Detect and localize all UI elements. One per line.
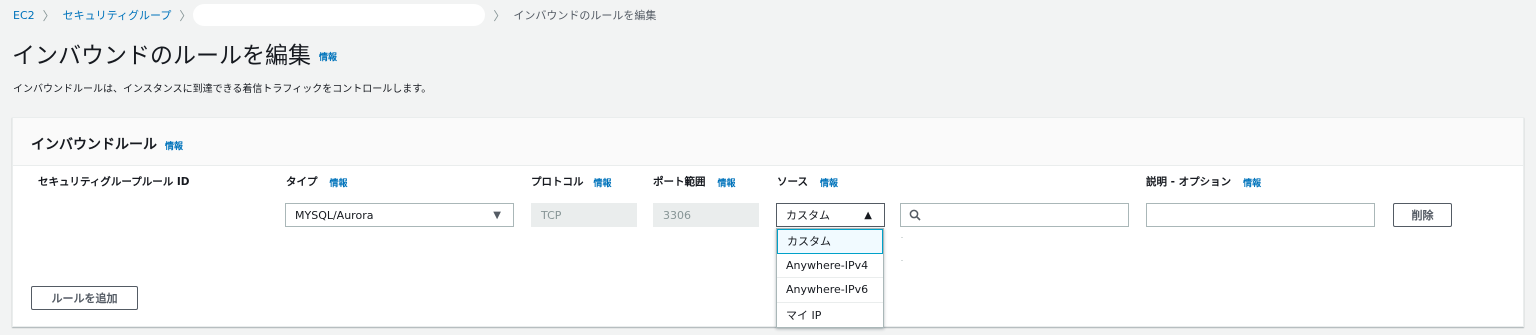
port-range-field: 3306 <box>653 203 759 227</box>
breadcrumb: EC2 〉 セキュリティグループ 〉 〉 インバウンドのルールを編集 <box>13 4 656 26</box>
page-info-link[interactable]: 情報 <box>319 53 337 63</box>
type-select[interactable]: MYSQL/Aurora ▼ <box>285 203 514 227</box>
delete-button[interactable]: 削除 <box>1393 203 1452 227</box>
type-info-link[interactable]: 情報 <box>330 179 348 189</box>
source-option-anywhere-ipv4[interactable]: Anywhere-IPv4 <box>777 254 883 278</box>
col-header-port-label: ポート範囲 <box>653 176 706 188</box>
caret-down-icon: ▼ <box>493 210 501 221</box>
protocol-field: TCP <box>531 203 637 227</box>
breadcrumb-ec2[interactable]: EC2 <box>13 9 35 22</box>
chevron-right-icon: 〉 <box>42 8 55 23</box>
panel-header: インバウンドルール 情報 <box>13 118 1523 166</box>
breadcrumb-redacted <box>193 4 486 26</box>
col-header-type: タイプ 情報 <box>286 174 348 189</box>
source-info-link[interactable]: 情報 <box>820 179 838 189</box>
page-title-row: インバウンドのルールを編集 情報 <box>12 36 337 70</box>
search-icon <box>909 209 921 221</box>
chevron-right-icon: 〉 <box>493 8 506 23</box>
breadcrumb-security-groups[interactable]: セキュリティグループ <box>63 7 172 23</box>
source-option-my-ip[interactable]: マイ IP <box>777 303 883 328</box>
col-header-rule-id: セキュリティグループルール ID <box>38 176 190 188</box>
panel-info-link[interactable]: 情報 <box>165 142 183 152</box>
breadcrumb-current: インバウンドのルールを編集 <box>513 9 657 22</box>
panel-title: インバウンドルール <box>31 137 157 153</box>
protocol-info-link[interactable]: 情報 <box>594 179 612 189</box>
panel-title-row: インバウンドルール 情報 <box>31 134 183 154</box>
col-header-protocol: プロトコル 情報 <box>531 174 612 189</box>
col-header-source-label: ソース <box>777 176 808 188</box>
col-header-port-range: ポート範囲 情報 <box>653 174 736 189</box>
source-option-custom[interactable]: カスタム <box>777 229 883 254</box>
chevron-right-icon: 〉 <box>179 8 192 23</box>
source-select-value: カスタム <box>786 209 830 222</box>
page-description: インバウンドルールは、インスタンスに到達できる着信トラフィックをコントロールしま… <box>13 84 432 95</box>
page-title: インバウンドのルールを編集 <box>12 43 311 69</box>
type-select-value: MYSQL/Aurora <box>295 208 374 222</box>
protocol-value: TCP <box>541 208 562 222</box>
source-select[interactable]: カスタム ▲ <box>776 203 885 227</box>
col-header-protocol-label: プロトコル <box>531 176 584 188</box>
divider-dot <box>901 260 903 261</box>
cidr-search-input[interactable] <box>900 203 1129 227</box>
port-info-link[interactable]: 情報 <box>718 179 736 189</box>
port-value: 3306 <box>663 208 691 222</box>
col-header-source: ソース 情報 <box>777 174 838 189</box>
source-dropdown-menu: カスタム Anywhere-IPv4 Anywhere-IPv6 マイ IP <box>776 228 884 328</box>
col-header-description: 説明 - オプション 情報 <box>1146 174 1261 189</box>
add-rule-button[interactable]: ルールを追加 <box>31 286 138 310</box>
source-option-anywhere-ipv6[interactable]: Anywhere-IPv6 <box>777 278 883 303</box>
caret-up-icon: ▲ <box>864 210 872 221</box>
col-header-description-label: 説明 - オプション <box>1146 176 1232 188</box>
description-input[interactable] <box>1146 203 1375 227</box>
description-info-link[interactable]: 情報 <box>1243 179 1261 189</box>
divider-dot <box>901 237 903 238</box>
col-header-type-label: タイプ <box>286 176 318 188</box>
